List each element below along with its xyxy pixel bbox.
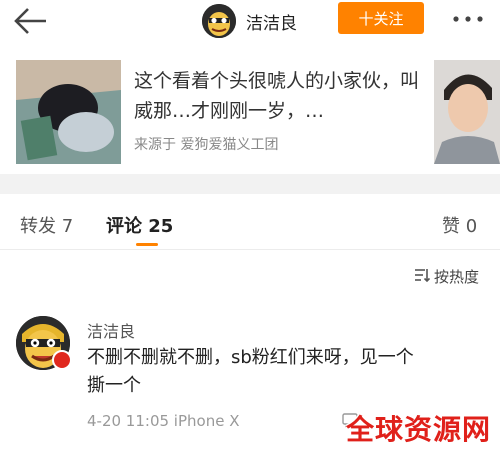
tab-repost[interactable]: 转发 7 — [20, 212, 73, 238]
watermark-text: 全球资源网 — [346, 413, 492, 446]
avatar — [202, 4, 236, 38]
tab-comments[interactable]: 评论 25 — [106, 212, 173, 238]
tab-bar: 转发 7 评论 25 赞 0 — [0, 194, 500, 250]
sort-button[interactable]: 按热度 — [414, 266, 479, 287]
follow-button[interactable]: 十关注 — [338, 2, 424, 34]
repost-card[interactable]: 这个看着个头很唬人的小家伙，叫威那…才刚刚一岁，… 来源于 爱狗爱猫义工团 — [0, 44, 500, 174]
card-source: 来源于 爱狗爱猫义工团 — [134, 137, 279, 153]
active-tab-indicator — [136, 243, 158, 246]
comment-author[interactable]: 洁洁良 — [87, 318, 135, 342]
sort-icon — [414, 267, 431, 287]
header-user[interactable]: 洁洁良 — [202, 3, 297, 39]
header-user-name: 洁洁良 — [246, 13, 297, 34]
more-dots-icon[interactable] — [448, 6, 488, 32]
back-arrow-icon[interactable] — [10, 4, 50, 38]
verified-badge-icon — [52, 350, 72, 370]
comment-meta: 4-20 11:05 iPhone X — [87, 412, 240, 430]
card-thumbnail-person — [434, 60, 500, 164]
tab-likes[interactable]: 赞 0 — [442, 212, 477, 238]
card-text[interactable]: 这个看着个头很唬人的小家伙，叫威那…才刚刚一岁，… — [134, 66, 430, 126]
section-divider — [0, 174, 500, 194]
card-thumbnail-cat — [16, 60, 121, 164]
comment-text: 不删不删就不删，sb粉红们来呀，见一个撕一个 — [87, 347, 414, 396]
sort-label: 按热度 — [434, 268, 480, 286]
top-bar: 洁洁良 十关注 — [0, 0, 500, 44]
